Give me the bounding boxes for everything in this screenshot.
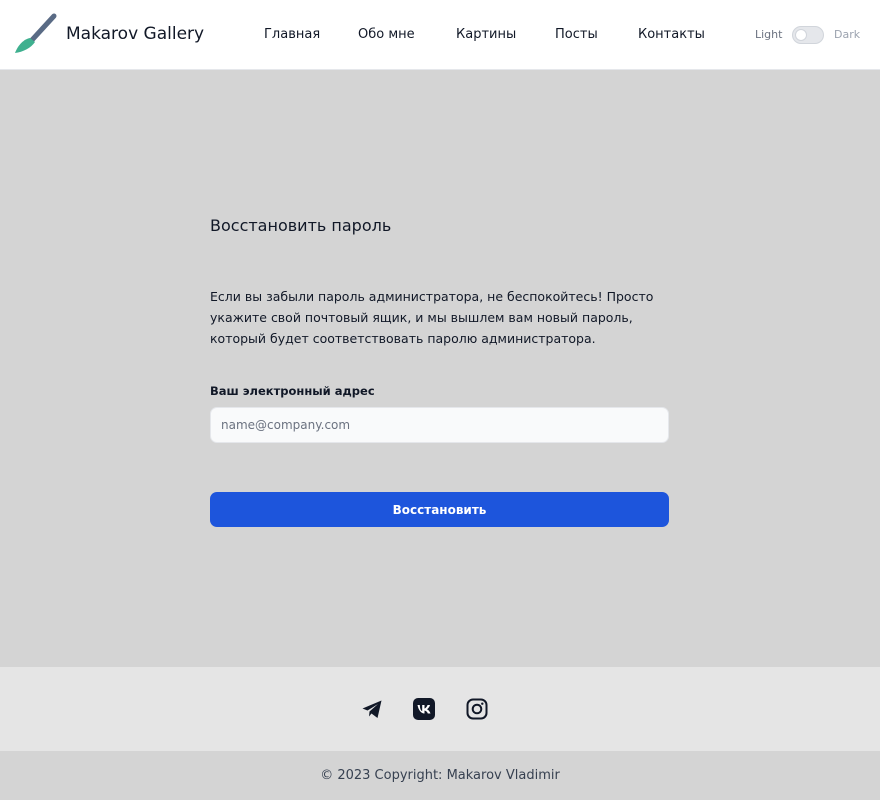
email-input[interactable] (210, 407, 669, 443)
vk-icon[interactable] (412, 697, 436, 721)
nav-link-home[interactable]: Главная (264, 27, 320, 42)
nav-link-paintings[interactable]: Картины (456, 27, 516, 42)
reset-description: Если вы забыли пароль администратора, не… (210, 289, 654, 346)
copyright-text: © 2023 Copyright: Makarov Vladimir (0, 751, 880, 800)
email-field-label: Ваш электронный адрес (210, 384, 375, 398)
nav-link-about[interactable]: Обо мне (358, 27, 415, 42)
theme-light-label: Light (755, 28, 783, 41)
instagram-icon[interactable] (465, 697, 489, 721)
paintbrush-icon[interactable] (12, 12, 58, 56)
telegram-icon[interactable] (360, 697, 384, 721)
site-header: Makarov Gallery Главная Обо мне Картины … (0, 0, 880, 70)
brand-name[interactable]: Makarov Gallery (66, 24, 204, 44)
theme-toggle[interactable] (792, 26, 824, 44)
page-title: Восстановить пароль (210, 216, 392, 235)
restore-password-button[interactable]: Восстановить (210, 492, 669, 527)
social-links-bar (0, 667, 880, 751)
nav-link-posts[interactable]: Посты (555, 27, 598, 42)
theme-toggle-knob (795, 29, 807, 41)
nav-link-contacts[interactable]: Контакты (638, 27, 705, 42)
theme-dark-label: Dark (834, 28, 861, 41)
